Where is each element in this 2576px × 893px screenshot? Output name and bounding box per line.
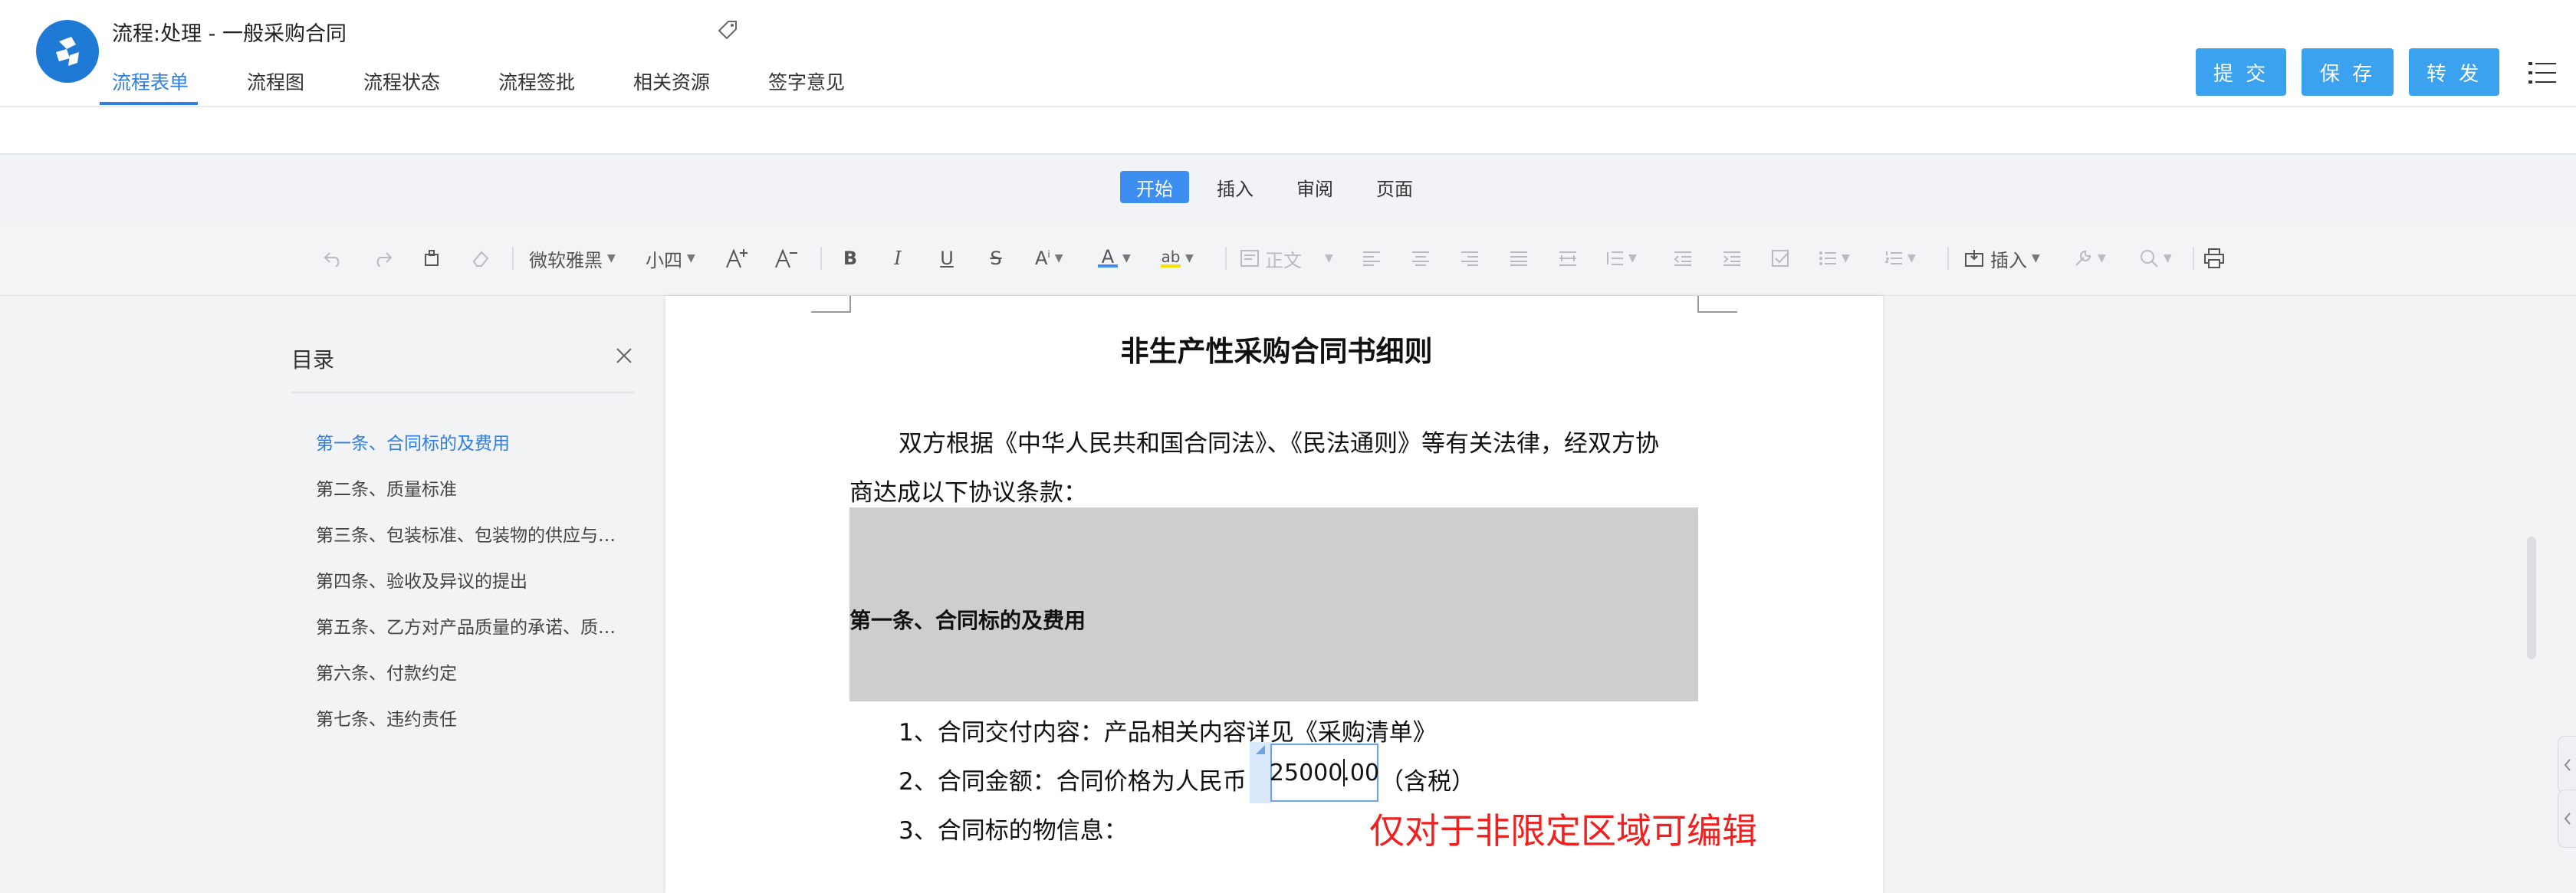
chevron-down-icon: ▼ [687, 252, 695, 264]
list-item: 2、合同金额：合同价格为人民币 [899, 768, 1247, 796]
toc-item[interactable]: 第二条、质量标准 [316, 474, 638, 501]
font-family-select[interactable]: 微软雅黑 ▼ [529, 244, 616, 273]
print-icon[interactable] [2202, 244, 2226, 273]
distributed-align-icon[interactable] [1556, 244, 1579, 273]
align-center-icon[interactable] [1409, 244, 1432, 273]
close-icon[interactable] [613, 345, 635, 366]
ribbon-tab-review[interactable]: 审阅 [1280, 171, 1349, 203]
text-cursor [1343, 759, 1345, 786]
toolbar-separator [820, 247, 822, 270]
chevron-down-icon: ▼ [1185, 252, 1194, 264]
document-title: 非生产性采购合同书细则 [1120, 335, 1433, 368]
italic-icon[interactable]: I [886, 244, 909, 273]
font-size-value: 小四 [646, 249, 682, 271]
font-family-value: 微软雅黑 [529, 249, 603, 271]
forward-button[interactable]: 转 发 [2409, 48, 2499, 96]
chevron-down-icon: ▼ [1122, 252, 1131, 264]
tab-process-status[interactable]: 流程状态 [363, 67, 440, 95]
toolbar-separator [1947, 247, 1949, 270]
chevron-down-icon: ▼ [1628, 252, 1637, 264]
tab-signature-opinion[interactable]: 签字意见 [768, 67, 845, 95]
side-collapse-tab[interactable] [2558, 736, 2576, 794]
bullet-list-icon[interactable]: ▼ [1819, 244, 1850, 273]
insert-menu-label: 插入 [1990, 249, 2027, 271]
strikethrough-icon[interactable]: S [984, 244, 1007, 273]
toc-item[interactable]: 第三条、包装标准、包装物的供应与… [316, 520, 638, 547]
font-size-select[interactable]: 小四 ▼ [646, 244, 695, 273]
chevron-down-icon: ▼ [2032, 252, 2040, 264]
underline-icon[interactable]: U [935, 244, 958, 273]
editable-region-marker [1250, 742, 1271, 803]
tab-process-approval[interactable]: 流程签批 [498, 67, 575, 95]
list-item: 3、合同标的物信息： [899, 817, 1128, 845]
increase-font-icon[interactable] [724, 244, 751, 273]
toc-item[interactable]: 第五条、乙方对产品质量的承诺、质… [316, 612, 638, 639]
toc-item[interactable]: 第七条、违约责任 [316, 704, 638, 730]
submit-button[interactable]: 提 交 [2196, 48, 2286, 96]
align-justify-icon[interactable] [1507, 244, 1530, 273]
toc-item[interactable]: 第四条、验收及异议的提出 [316, 566, 638, 593]
menu-list-icon[interactable] [2528, 61, 2556, 85]
amount-input[interactable]: 25000.00 [1270, 744, 1379, 802]
toc-divider [291, 392, 634, 393]
paragraph-style-select[interactable]: 正文 ▼ [1240, 244, 1333, 273]
save-button[interactable]: 保 存 [2302, 48, 2394, 96]
font-color-icon[interactable]: A ▼ [1098, 244, 1131, 273]
list-item-suffix: （含税） [1380, 768, 1475, 796]
chevron-down-icon: ▼ [1325, 252, 1333, 264]
section-heading: 第一条、合同标的及费用 [849, 608, 1086, 633]
format-painter-icon[interactable] [419, 244, 445, 273]
paragraph-style-value: 正文 [1265, 249, 1302, 271]
align-left-icon[interactable] [1360, 244, 1383, 273]
checkbox-list-icon[interactable] [1769, 244, 1792, 273]
page-title: 流程:处理 - 一般采购合同 [112, 22, 347, 46]
ribbon-tab-page[interactable]: 页面 [1360, 171, 1429, 203]
align-right-icon[interactable] [1458, 244, 1481, 273]
tab-related-resources[interactable]: 相关资源 [633, 67, 710, 95]
search-icon[interactable]: ▼ [2139, 244, 2172, 273]
redo-icon[interactable] [370, 244, 396, 273]
toc-item[interactable]: 第六条、付款约定 [316, 658, 638, 685]
line-spacing-icon[interactable]: ▼ [1605, 244, 1637, 273]
eraser-icon[interactable] [468, 244, 494, 273]
bold-icon[interactable]: B [839, 244, 862, 273]
page-margin-mark [1697, 296, 1737, 313]
toolbar-separator [512, 247, 514, 270]
toolbar-separator [2193, 247, 2194, 270]
chevron-down-icon: ▼ [1054, 252, 1063, 264]
toc-item[interactable]: 第一条、合同标的及费用 [316, 428, 638, 455]
decrease-font-icon[interactable] [773, 244, 800, 273]
toc-title: 目录 [291, 347, 335, 373]
toolbar-separator [1225, 247, 1227, 270]
side-collapse-tab[interactable] [2558, 790, 2576, 848]
page-margin-mark [811, 296, 851, 313]
undo-icon[interactable] [320, 244, 347, 273]
intro-paragraph-line: 双方根据《中华人民共和国合同法》、《民法通则》等有关法律，经双方协 [899, 430, 1659, 458]
highlight-color-icon[interactable]: ab ▼ [1161, 244, 1194, 273]
scrollbar[interactable] [2527, 537, 2536, 659]
tab-flowchart[interactable]: 流程图 [247, 67, 304, 95]
ribbon-tab-start[interactable]: 开始 [1120, 171, 1189, 203]
chevron-down-icon: ▼ [1842, 252, 1850, 264]
chevron-down-icon: ▼ [607, 252, 616, 264]
numbered-list-icon[interactable]: ▼ [1884, 244, 1916, 273]
text-effect-icon[interactable]: Ai ▼ [1035, 244, 1063, 273]
increase-indent-icon[interactable] [1720, 244, 1743, 273]
chevron-down-icon: ▼ [1907, 252, 1916, 264]
insert-menu[interactable]: 插入 ▼ [1964, 244, 2040, 273]
active-tab-indicator [100, 102, 198, 105]
annotation-note: 仅对于非限定区域可编辑 [1369, 810, 1757, 852]
intro-paragraph-line: 商达成以下协议条款： [849, 479, 1087, 507]
app-logo-icon [36, 20, 99, 83]
tag-icon[interactable] [718, 20, 738, 40]
tools-icon[interactable]: ▼ [2073, 244, 2106, 273]
decrease-indent-icon[interactable] [1671, 244, 1694, 273]
tab-process-form[interactable]: 流程表单 [112, 67, 189, 95]
chevron-down-icon: ▼ [2164, 252, 2172, 264]
ribbon-tab-insert[interactable]: 插入 [1201, 171, 1270, 203]
chevron-down-icon: ▼ [2098, 252, 2106, 264]
list-item: 1、合同交付内容：产品相关内容详见《采购清单》 [899, 719, 1437, 747]
